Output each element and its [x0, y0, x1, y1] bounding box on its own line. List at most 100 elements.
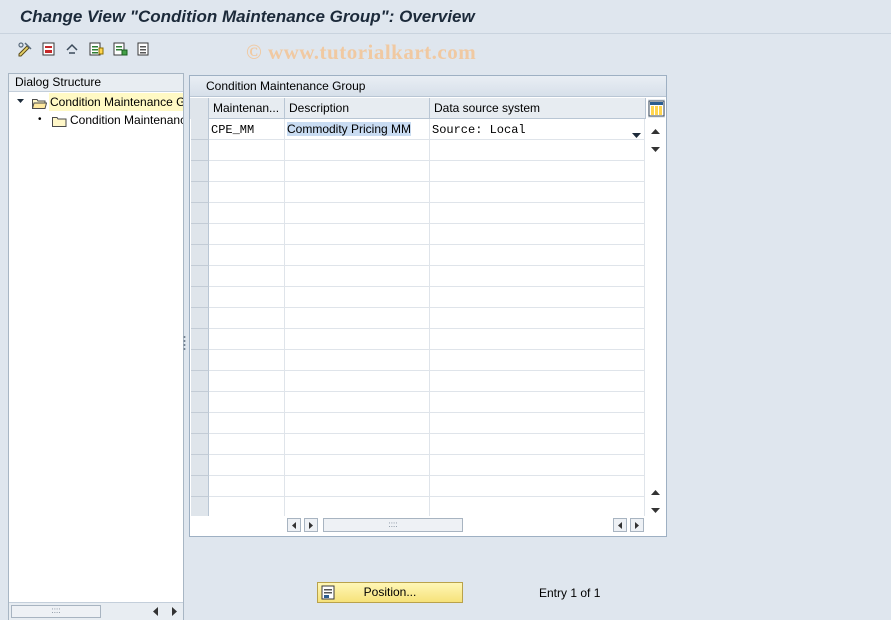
maintenance-group-cell[interactable]: CPE_MM [209, 119, 285, 139]
tree-item-condition-maintenance-group[interactable]: Condition Maintenance Group [9, 93, 183, 111]
table-row[interactable] [209, 434, 645, 455]
row-selector[interactable] [191, 140, 209, 161]
empty-cell[interactable] [285, 224, 430, 244]
empty-cell[interactable] [430, 203, 645, 223]
empty-cell[interactable] [285, 371, 430, 391]
empty-cell[interactable] [430, 224, 645, 244]
empty-cell[interactable] [285, 497, 430, 517]
row-selector[interactable] [191, 455, 209, 476]
row-selector[interactable] [191, 161, 209, 182]
scroll-page-up-arrow-icon[interactable] [650, 485, 661, 499]
row-selector[interactable] [191, 308, 209, 329]
scroll-right-arrow-icon[interactable] [304, 518, 318, 532]
row-selector[interactable] [191, 476, 209, 497]
undo-icon[interactable] [63, 40, 81, 58]
empty-cell[interactable] [285, 413, 430, 433]
scroll-left-arrow-icon[interactable] [287, 518, 301, 532]
tree-item-condition-maintenance-group-sub[interactable]: • Condition Maintenance Group [9, 111, 183, 129]
data-source-system-cell[interactable]: Source: Local [430, 119, 645, 139]
empty-cell[interactable] [430, 308, 645, 328]
hscroll-thumb[interactable]: :::: [323, 518, 463, 532]
table-row[interactable] [209, 455, 645, 476]
dialog-structure-hscrollbar[interactable]: :::: [9, 602, 183, 620]
empty-cell[interactable] [285, 140, 430, 160]
empty-cell[interactable] [209, 245, 285, 265]
empty-cell[interactable] [285, 455, 430, 475]
empty-cell[interactable] [209, 203, 285, 223]
table-row[interactable] [209, 266, 645, 287]
table-row[interactable] [209, 161, 645, 182]
empty-cell[interactable] [209, 497, 285, 517]
empty-cell[interactable] [430, 455, 645, 475]
panel-splitter[interactable] [183, 335, 186, 351]
table-row[interactable] [209, 140, 645, 161]
table-row[interactable] [209, 413, 645, 434]
empty-cell[interactable] [430, 497, 645, 517]
expand-triangle-icon[interactable] [16, 93, 25, 111]
position-button[interactable]: Position... [317, 582, 463, 603]
empty-cell[interactable] [209, 455, 285, 475]
select-all-icon[interactable] [135, 40, 153, 58]
empty-cell[interactable] [430, 392, 645, 412]
empty-cell[interactable] [285, 434, 430, 454]
empty-cell[interactable] [285, 182, 430, 202]
row-selector[interactable] [191, 392, 209, 413]
empty-cell[interactable] [209, 308, 285, 328]
table-row[interactable] [209, 308, 645, 329]
table-row[interactable] [209, 392, 645, 413]
empty-cell[interactable] [285, 308, 430, 328]
select-all-rows-cell[interactable] [190, 98, 209, 119]
dropdown-arrow-icon[interactable] [632, 125, 641, 139]
table-row[interactable] [209, 287, 645, 308]
table-hscrollbar[interactable]: :::: [190, 516, 666, 536]
empty-cell[interactable] [430, 413, 645, 433]
column-header-maintenance-group[interactable]: Maintenan... [209, 98, 285, 119]
empty-cell[interactable] [285, 266, 430, 286]
scroll-down-arrow-icon[interactable] [650, 143, 661, 157]
scroll-right-end-arrow-icon[interactable] [630, 518, 644, 532]
row-selector[interactable] [191, 119, 209, 140]
empty-cell[interactable] [285, 392, 430, 412]
display-change-icon[interactable] [16, 40, 34, 58]
empty-cell[interactable] [430, 182, 645, 202]
empty-cell[interactable] [430, 476, 645, 496]
new-entries-icon[interactable] [40, 40, 58, 58]
table-row[interactable] [209, 245, 645, 266]
empty-cell[interactable] [209, 434, 285, 454]
row-selector[interactable] [191, 329, 209, 350]
table-row[interactable] [209, 224, 645, 245]
empty-cell[interactable] [209, 287, 285, 307]
empty-cell[interactable] [430, 371, 645, 391]
empty-cell[interactable] [285, 203, 430, 223]
scroll-left-end-arrow-icon[interactable] [613, 518, 627, 532]
table-vscrollbar[interactable] [646, 119, 666, 517]
empty-cell[interactable] [285, 476, 430, 496]
column-header-description[interactable]: Description [285, 98, 430, 119]
row-selector[interactable] [191, 434, 209, 455]
row-selector[interactable] [191, 350, 209, 371]
table-row[interactable]: CPE_MM Commodity Pricing MM Source: Local [209, 119, 645, 140]
empty-cell[interactable] [209, 161, 285, 181]
row-selector[interactable] [191, 182, 209, 203]
table-row[interactable] [209, 476, 645, 497]
row-selector[interactable] [191, 245, 209, 266]
empty-cell[interactable] [285, 287, 430, 307]
table-settings-icon[interactable] [648, 99, 665, 118]
empty-cell[interactable] [209, 371, 285, 391]
empty-cell[interactable] [430, 434, 645, 454]
row-selector[interactable] [191, 287, 209, 308]
scroll-up-arrow-icon[interactable] [650, 124, 661, 138]
empty-cell[interactable] [209, 224, 285, 244]
empty-cell[interactable] [209, 413, 285, 433]
scroll-thumb[interactable]: :::: [11, 605, 101, 618]
empty-cell[interactable] [209, 182, 285, 202]
empty-cell[interactable] [209, 329, 285, 349]
row-selector[interactable] [191, 371, 209, 392]
empty-cell[interactable] [430, 161, 645, 181]
table-row[interactable] [209, 350, 645, 371]
delete-icon[interactable] [111, 40, 129, 58]
empty-cell[interactable] [285, 161, 430, 181]
scroll-right-arrow-icon[interactable] [169, 606, 179, 620]
description-cell[interactable]: Commodity Pricing MM [285, 119, 430, 139]
empty-cell[interactable] [209, 350, 285, 370]
